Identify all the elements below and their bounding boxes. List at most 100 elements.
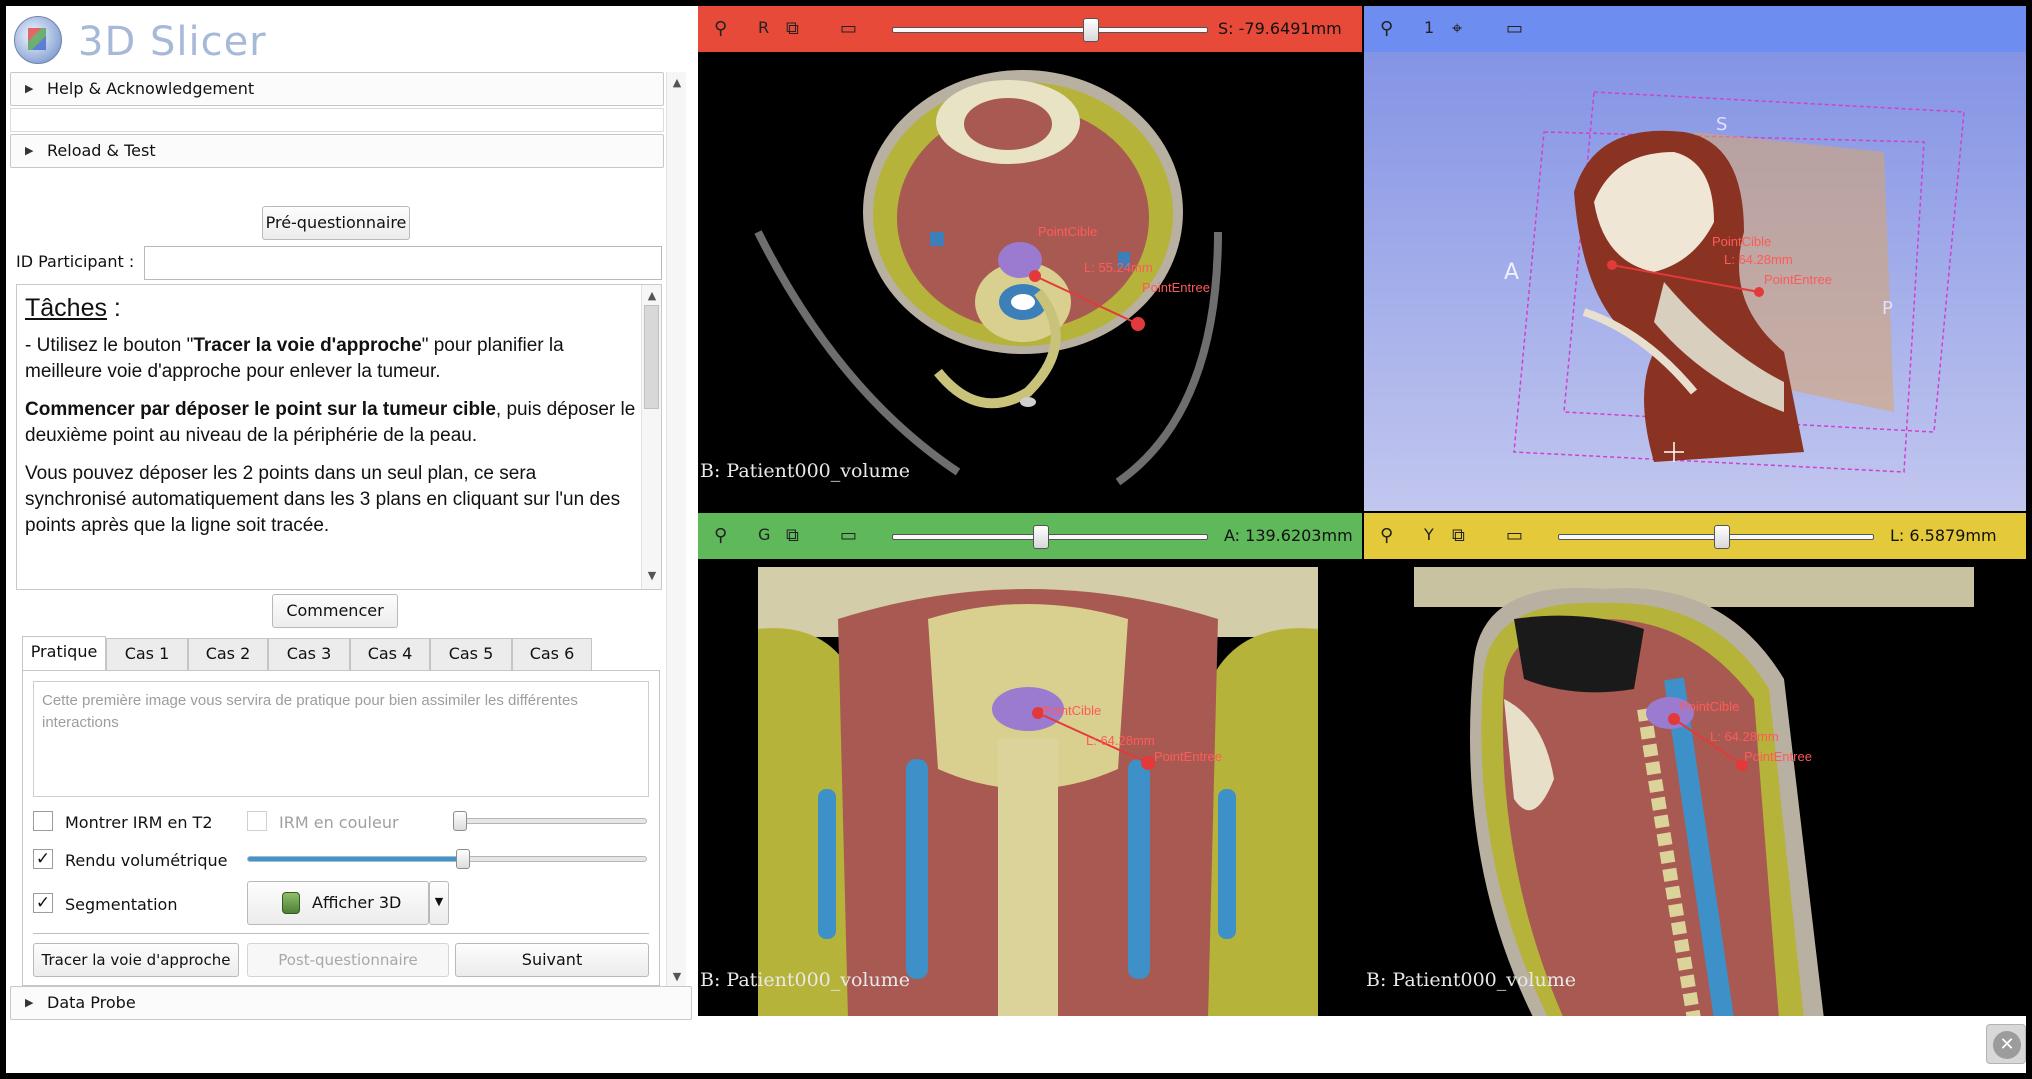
app-title: 3D Slicer [78,19,267,65]
practice-description: Cette première image vous servira de pra… [33,681,649,797]
length-label: L: 64.28mm [1724,252,1793,267]
tab-cas-3[interactable]: Cas 3 [268,638,350,670]
segment-3d-icon [282,892,300,914]
volume-render-slider[interactable] [247,856,647,862]
scroll-down-icon[interactable]: ▼ [667,970,687,983]
help-section-label: Help & Acknowledgement [47,79,255,98]
expand-arrow-icon: ▶ [25,144,34,157]
expand-arrow-icon: ▶ [25,82,34,95]
entry-point-label: PointEntree [1154,749,1222,764]
data-probe-label: Data Probe [47,993,136,1012]
maximize-icon[interactable]: ▭ [840,16,857,42]
tab-cas-1[interactable]: Cas 1 [106,638,188,670]
link-icon[interactable]: ⧉ [786,523,799,549]
entry-point-label: PointEntree [1744,749,1812,764]
red-slice-view[interactable]: ⚲ R ⧉ ▭ S: -79.6491mm PointCible L: 55.2… [698,6,1362,511]
window-frame: 3D Slicer ▶ Help & Acknowledgement ▶ Rel… [0,0,2032,1079]
yellow-offset-slider-handle[interactable] [1714,525,1731,549]
pin-icon[interactable]: ⚲ [1380,523,1393,549]
data-probe-section-header[interactable]: ▶ Data Probe [10,986,692,1020]
tasks-heading: Tâches : [25,294,121,322]
threed-view[interactable]: ⚲ 1 ⌖ ▭ PointCible L: 64.28mm PointEntre… [1364,6,2026,511]
tab-pratique[interactable]: Pratique [22,636,106,670]
scroll-up-icon[interactable]: ▲ [642,289,661,302]
coronal-slice-image [758,567,1318,1016]
tab-cas-6[interactable]: Cas 6 [512,638,592,670]
volume-render-slider-handle[interactable] [456,849,470,869]
reload-section-label: Reload & Test [47,141,156,160]
trace-approach-button[interactable]: Tracer la voie d'approche [33,943,239,977]
scroll-down-icon[interactable]: ▼ [642,569,661,582]
volume-label: B: Patient000_volume [1366,969,1577,991]
practice-tab-panel: Cette première image vous servira de pra… [22,670,660,986]
orientation-a-label: A [1504,260,1520,285]
tab-cas-4[interactable]: Cas 4 [350,638,430,670]
app-header: 3D Slicer [6,6,698,72]
target-point-label: PointCible [1038,224,1098,239]
next-button[interactable]: Suivant [455,943,649,977]
green-offset-slider[interactable] [892,534,1208,540]
start-button[interactable]: Commencer [272,594,398,628]
center-view-icon[interactable]: ⌖ [1452,16,1462,42]
red-offset-slider[interactable] [892,27,1208,33]
tasks-text-box[interactable]: Tâches : - Utilisez le bouton "Tracer la… [16,284,662,590]
entry-point-label: PointEntree [1764,272,1832,287]
participant-id-input[interactable] [144,246,662,280]
mri-color-checkbox[interactable] [247,811,267,831]
sagittal-slice-image [1414,567,1974,1016]
view-letter: R [758,18,770,37]
scroll-thumb[interactable] [644,305,659,409]
target-point-label: PointCible [1680,699,1740,714]
yellow-slice-view[interactable]: ⚲ Y ⧉ ▭ L: 6.5879mm PointCible L: 64.28m… [1364,513,2026,1016]
red-offset-slider-handle[interactable] [1083,18,1100,42]
slicer-window: 3D Slicer ▶ Help & Acknowledgement ▶ Rel… [6,6,2026,1073]
maximize-icon[interactable]: ▭ [1506,523,1523,549]
scroll-up-icon[interactable]: ▲ [667,76,687,89]
mri-color-slider[interactable] [455,818,647,824]
maximize-icon[interactable]: ▭ [840,523,857,549]
threed-view-controller: ⚲ 1 ⌖ ▭ [1364,6,2026,52]
mri-color-slider-handle[interactable] [453,811,467,831]
link-icon[interactable]: ⧉ [1452,523,1465,549]
threed-render-image [1513,91,1965,473]
pin-icon[interactable]: ⚲ [1380,16,1393,42]
divider [33,933,649,934]
entry-point-label: PointEntree [1142,280,1210,295]
close-icon: ✕ [1993,1031,2021,1059]
segmentation-checkbox[interactable]: ✓ [33,893,53,913]
post-questionnaire-button[interactable]: Post-questionnaire [247,943,449,977]
tab-cas-5[interactable]: Cas 5 [430,638,512,670]
yellow-view-controller: ⚲ Y ⧉ ▭ L: 6.5879mm [1364,513,2026,559]
help-section-header[interactable]: ▶ Help & Acknowledgement [10,72,664,106]
module-panel: 3D Slicer ▶ Help & Acknowledgement ▶ Rel… [6,6,698,1022]
volume-render-checkbox[interactable]: ✓ [33,849,53,869]
tasks-scrollbar[interactable]: ▲ ▼ [641,285,661,589]
green-offset-slider-handle[interactable] [1032,525,1049,549]
tasks-paragraph-1: - Utilisez le bouton "Tracer la voie d'a… [25,335,564,382]
tab-cas-2[interactable]: Cas 2 [188,638,268,670]
target-point-label: PointCible [1712,234,1772,249]
length-label: L: 64.28mm [1086,733,1155,748]
help-section-body [10,108,664,132]
target-point-label: PointCible [1042,703,1102,718]
show-mri-t2-checkbox[interactable] [33,811,53,831]
view-layout: ⚲ R ⧉ ▭ S: -79.6491mm PointCible L: 55.2… [698,6,2026,1016]
maximize-icon[interactable]: ▭ [1506,16,1523,42]
panel-scrollbar[interactable]: ▲ ▼ [666,72,686,992]
green-slice-view[interactable]: ⚲ G ⧉ ▭ A: 139.6203mm PointCible L: 64.2… [698,513,1362,1016]
link-icon[interactable]: ⧉ [786,16,799,42]
show-3d-dropdown-icon[interactable]: ▼ [429,881,449,925]
mri-color-label: IRM en couleur [279,813,399,832]
show-3d-button[interactable]: Afficher 3D [247,881,429,925]
pin-icon[interactable]: ⚲ [714,16,727,42]
orientation-s-label: S [1716,114,1728,135]
reload-section-header[interactable]: ▶ Reload & Test [10,134,664,168]
pre-questionnaire-button[interactable]: Pré-questionnaire [262,206,410,240]
red-view-controller: ⚲ R ⧉ ▭ S: -79.6491mm [698,6,1362,52]
segmentation-label: Segmentation [65,895,178,914]
show-3d-label: Afficher 3D [312,893,402,912]
volume-render-label: Rendu volumétrique [65,851,228,870]
volume-label: B: Patient000_volume [700,969,911,991]
close-button[interactable]: ✕ [1986,1024,2026,1064]
pin-icon[interactable]: ⚲ [714,523,727,549]
